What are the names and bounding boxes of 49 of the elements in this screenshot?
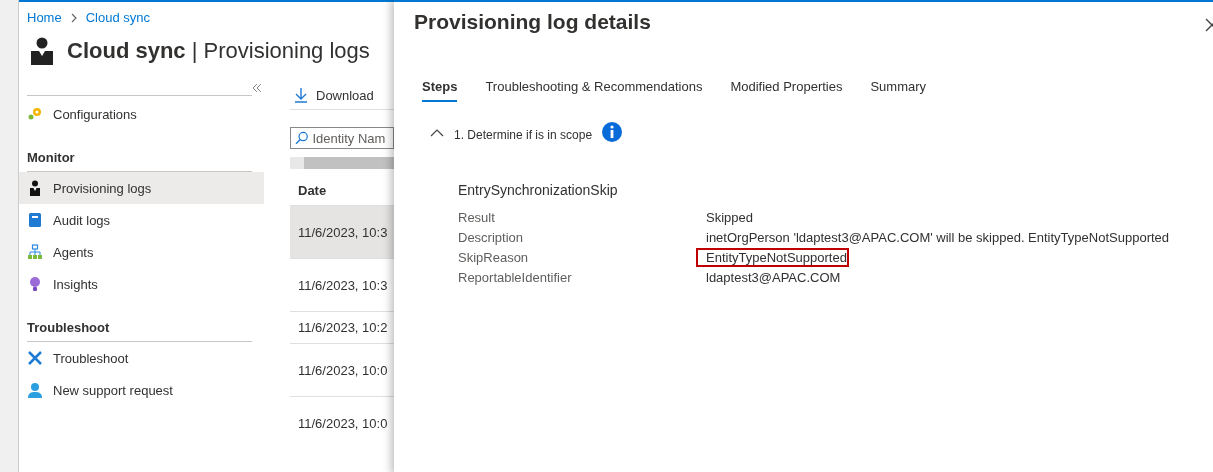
property-label: Description [458, 230, 525, 245]
sidebar-item[interactable]: New support request [19, 374, 264, 406]
sidebar-item[interactable]: Troubleshoot [19, 342, 264, 374]
breadcrumb-link[interactable]: Cloud sync [85, 10, 150, 25]
page-title: Cloud sync | Provisioning logs [67, 38, 370, 64]
table-cell: 11/6/2023, 10:3 [298, 277, 388, 293]
search-icon [295, 131, 309, 145]
property-label: ReportableIdentifier [458, 270, 573, 285]
info-icon[interactable] [602, 122, 623, 142]
scroll-bar[interactable] [290, 157, 394, 169]
tab[interactable]: Steps [422, 79, 458, 102]
table-cell: 11/6/2023, 10:0 [298, 362, 388, 378]
column-header[interactable]: Date [290, 169, 394, 205]
property-value: ldaptest3@APAC.COM [705, 269, 842, 287]
collapse-icon[interactable] [252, 81, 262, 95]
section-header: Troubleshoot [27, 319, 111, 337]
gear-icon [27, 106, 43, 122]
tab[interactable]: Troubleshooting & Recommendations [485, 79, 703, 102]
sidebar-item[interactable]: Agents [19, 236, 264, 268]
section-title: EntrySynchronizationSkip [458, 182, 619, 198]
property-value: Skipped [705, 209, 754, 227]
sidebar-item[interactable]: Configurations [19, 98, 264, 130]
person-icon [27, 180, 43, 196]
download-button[interactable]: Download [290, 87, 378, 103]
step-title[interactable]: 1. Determine if is in scope [454, 128, 593, 142]
table-cell: 11/6/2023, 10:0 [298, 415, 388, 431]
book-icon [27, 212, 43, 228]
table-cell: 11/6/2023, 10:3 [298, 224, 388, 240]
property-label: SkipReason [458, 250, 530, 265]
section-header: Monitor [27, 149, 76, 167]
sidebar-item[interactable]: Insights [19, 268, 264, 300]
sidebar-item[interactable]: Audit logs [19, 204, 264, 236]
property-label: Result [458, 210, 496, 225]
breadcrumb-link[interactable]: Home [27, 10, 62, 25]
table-cell: 11/6/2023, 10:2 [298, 320, 388, 335]
support-icon [27, 382, 43, 398]
table-row[interactable]: 11/6/2023, 10:3 [290, 205, 394, 258]
property-value: EntityTypeNotSupported [696, 248, 849, 267]
tab[interactable]: Modified Properties [730, 79, 843, 102]
hierarchy-icon [27, 244, 43, 260]
property-value: inetOrgPerson 'ldaptest3@APAC.COM' will be skipped. EntityTypeNotSupported [705, 229, 1171, 247]
chevron-icon [69, 12, 78, 23]
lightbulb-icon [27, 276, 43, 292]
person-icon [31, 37, 53, 65]
search-field[interactable]: Identity Nam [290, 127, 394, 149]
download-icon [294, 87, 308, 103]
tab[interactable]: Summary [870, 79, 927, 102]
sidebar-item[interactable]: Provisioning logs [19, 172, 264, 204]
panel-title: Provisioning log details [414, 10, 651, 35]
